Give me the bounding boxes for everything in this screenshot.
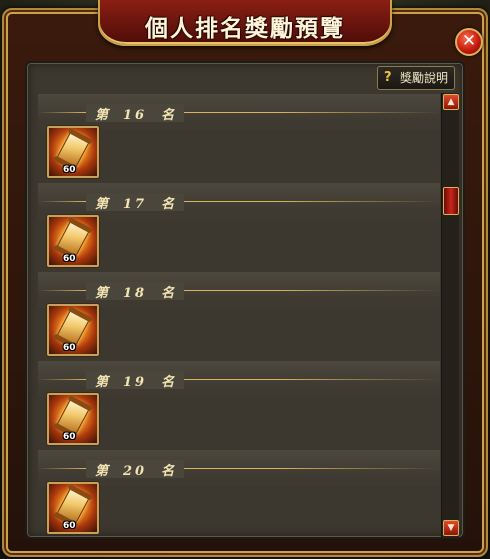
rank-header: 第 17 名	[38, 183, 440, 219]
rank-row: 第 18 名 60	[38, 272, 440, 361]
reward-item-slot[interactable]: 60	[47, 304, 99, 356]
rank-label: 第 16 名	[86, 104, 185, 123]
rank-label: 第 18 名	[86, 282, 185, 301]
rank-number: 19	[123, 375, 148, 390]
rank-row: 第 17 名 60	[38, 183, 440, 272]
reward-quantity: 60	[63, 432, 76, 442]
reward-quantity: 60	[63, 343, 76, 353]
rank-number: 17	[123, 197, 148, 212]
rank-row: 第 20 名 60	[38, 450, 440, 539]
arrow-up-icon: ▲	[447, 97, 455, 107]
rank-suffix: 名	[161, 108, 176, 123]
reward-quantity: 60	[63, 521, 76, 531]
rank-header: 第 16 名	[38, 94, 440, 130]
reward-item-slot[interactable]: 60	[47, 393, 99, 445]
rank-suffix: 名	[161, 375, 176, 390]
scroll-thumb[interactable]	[443, 187, 459, 216]
rank-row: 第 19 名 60	[38, 361, 440, 450]
rank-prefix: 第	[95, 464, 110, 479]
rank-number: 20	[123, 464, 148, 479]
rank-number: 16	[123, 108, 148, 123]
reward-item-slot[interactable]: 60	[47, 126, 99, 178]
scroll-down-button[interactable]: ▼	[443, 520, 459, 536]
window-title: 個人排名獎勵預覽	[145, 15, 345, 42]
rank-label: 第 20 名	[86, 460, 185, 479]
rank-row: 第 16 名 60	[38, 94, 440, 183]
reward-quantity: 60	[63, 254, 76, 264]
rank-reward-list: 第 16 名 60 第 17 名 60 第 18 名 60 第 19 名 60 …	[38, 94, 440, 540]
scroll-up-button[interactable]: ▲	[443, 94, 459, 110]
arrow-down-icon: ▼	[447, 523, 455, 533]
rank-label: 第 17 名	[86, 193, 185, 212]
reward-item-slot[interactable]: 60	[47, 482, 99, 534]
question-icon: ?	[384, 70, 392, 85]
rank-prefix: 第	[95, 108, 110, 123]
rank-suffix: 名	[161, 464, 176, 479]
rank-prefix: 第	[95, 286, 110, 301]
rank-suffix: 名	[161, 286, 176, 301]
rank-prefix: 第	[95, 375, 110, 390]
rank-suffix: 名	[161, 197, 176, 212]
close-button[interactable]: ✕	[455, 28, 483, 56]
reward-item-slot[interactable]: 60	[47, 215, 99, 267]
rank-header: 第 18 名	[38, 272, 440, 308]
rank-prefix: 第	[95, 197, 110, 212]
rank-header: 第 19 名	[38, 361, 440, 397]
reward-explanation-label: 獎勵說明	[399, 71, 448, 85]
rank-header: 第 20 名	[38, 450, 440, 486]
rank-number: 18	[123, 286, 148, 301]
vertical-scrollbar[interactable]: ▲ ▼	[441, 93, 459, 538]
reward-explanation-button[interactable]: ? 獎勵說明	[377, 66, 455, 90]
rank-label: 第 19 名	[86, 371, 185, 390]
close-icon: ✕	[461, 31, 477, 51]
title-bar: 個人排名獎勵預覽	[98, 0, 392, 46]
reward-quantity: 60	[63, 165, 76, 175]
